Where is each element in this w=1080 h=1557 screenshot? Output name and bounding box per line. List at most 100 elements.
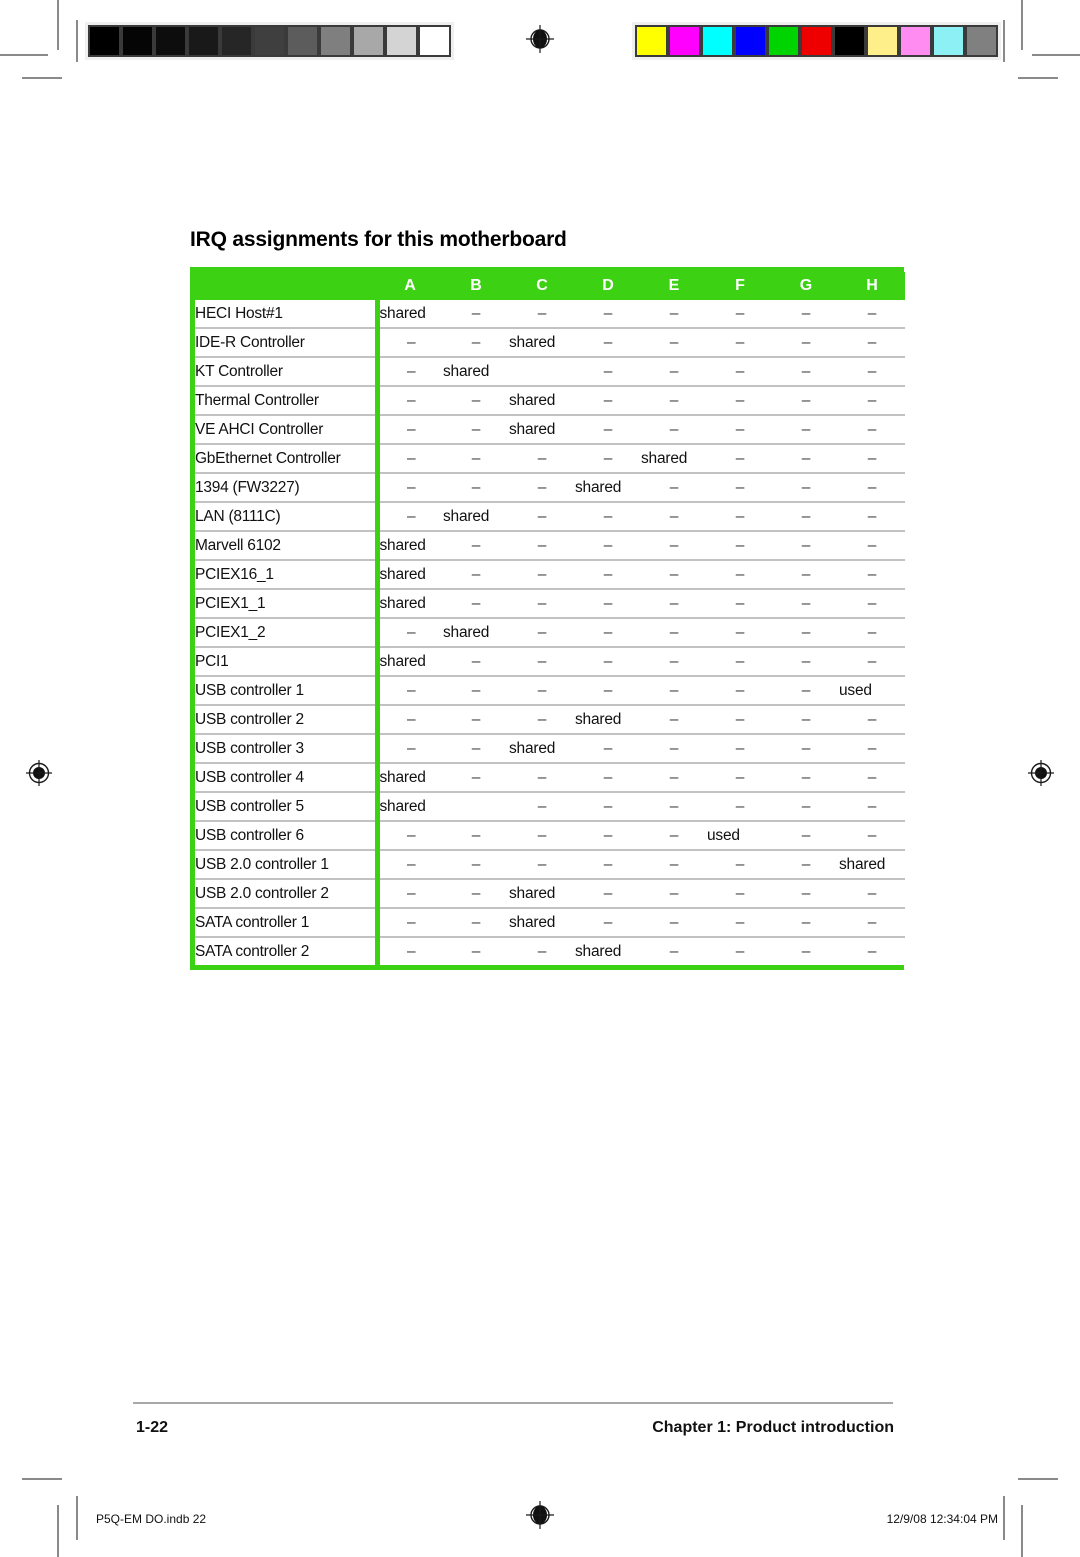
irq-cell-D: – (575, 501, 641, 531)
irq-cell-E: shared (641, 443, 707, 473)
footer-divider (133, 1402, 893, 1404)
irq-cell-G: – (773, 356, 839, 386)
device-label: USB controller 5 (195, 791, 380, 821)
irq-cell-D: – (575, 646, 641, 676)
irq-cell-D: – (575, 791, 641, 821)
irq-cell-C: shared (509, 414, 575, 444)
irq-cell-C (509, 356, 575, 386)
irq-cell-D: – (575, 849, 641, 879)
irq-cell-C: shared (509, 733, 575, 763)
irq-cell-D: – (575, 588, 641, 618)
irq-cell-A: shared (377, 559, 443, 589)
device-label: IDE-R Controller (195, 327, 380, 357)
irq-cell-B: – (443, 675, 509, 705)
irq-cell-E: – (641, 704, 707, 734)
irq-cell-B: – (443, 704, 509, 734)
irq-cell-B: – (443, 936, 509, 965)
device-label: Thermal Controller (195, 385, 380, 415)
irq-cell-H: – (839, 646, 905, 676)
irq-cell-E: – (641, 907, 707, 937)
irq-cell-G: – (773, 849, 839, 879)
irq-cell-G: – (773, 733, 839, 763)
irq-cell-C: – (509, 443, 575, 473)
table-row: 1394 (FW3227) – – – shared – – – – (195, 472, 905, 502)
device-label: LAN (8111C) (195, 501, 380, 531)
irq-cell-F: – (707, 472, 773, 502)
device-label: USB controller 2 (195, 704, 380, 734)
table-row: GbEthernet Controller – – – – shared – – – (195, 443, 905, 473)
irq-cell-F: – (707, 385, 773, 415)
irq-cell-E: – (641, 472, 707, 502)
irq-cell-G: – (773, 385, 839, 415)
irq-cell-G: – (773, 327, 839, 357)
irq-cell-F: – (707, 327, 773, 357)
irq-cell-C: – (509, 791, 575, 821)
irq-cell-A: – (377, 907, 443, 937)
irq-cell-B (443, 791, 509, 821)
table-row: Thermal Controller – – shared – – – – – (195, 385, 905, 415)
device-label: Marvell 6102 (195, 530, 380, 560)
irq-cell-G: – (773, 878, 839, 908)
table-header-f: F (707, 272, 773, 300)
irq-cell-B: – (443, 588, 509, 618)
irq-cell-D: – (575, 907, 641, 937)
device-label: GbEthernet Controller (195, 443, 380, 473)
irq-cell-B: – (443, 559, 509, 589)
irq-cell-G: – (773, 443, 839, 473)
irq-cell-A: – (377, 501, 443, 531)
irq-cell-D: – (575, 327, 641, 357)
irq-cell-F: – (707, 356, 773, 386)
irq-cell-A: shared (377, 646, 443, 676)
irq-cell-A: – (377, 356, 443, 386)
irq-cell-F: – (707, 559, 773, 589)
irq-cell-F: – (707, 849, 773, 879)
table-header-e: E (641, 272, 707, 300)
running-head: Chapter 1: Product introduction (652, 1419, 894, 1436)
irq-cell-C: – (509, 675, 575, 705)
irq-cell-G: – (773, 300, 839, 328)
device-label: USB 2.0 controller 1 (195, 849, 380, 879)
irq-cell-H: used (839, 675, 905, 705)
irq-cell-A: – (377, 878, 443, 908)
irq-cell-B: – (443, 443, 509, 473)
irq-cell-H: – (839, 414, 905, 444)
irq-cell-A: shared (377, 530, 443, 560)
irq-cell-D: – (575, 762, 641, 792)
irq-cell-G: – (773, 936, 839, 965)
document-page: IRQ assignments for this motherboard ABC… (0, 0, 1080, 1557)
print-slug-timestamp: 12/9/08 12:34:04 PM (886, 1512, 998, 1526)
irq-cell-H: – (839, 472, 905, 502)
irq-cell-G: – (773, 501, 839, 531)
irq-cell-E: – (641, 588, 707, 618)
device-label: USB controller 4 (195, 762, 380, 792)
irq-cell-H: shared (839, 849, 905, 879)
irq-cell-G: – (773, 704, 839, 734)
irq-cell-D: – (575, 675, 641, 705)
table-row: PCIEX1_1 shared – – – – – – – (195, 588, 905, 618)
device-label: 1394 (FW3227) (195, 472, 380, 502)
irq-cell-G: – (773, 791, 839, 821)
irq-cell-G: – (773, 588, 839, 618)
irq-cell-F: – (707, 762, 773, 792)
irq-cell-C: shared (509, 385, 575, 415)
irq-cell-F: used (707, 820, 773, 850)
irq-cell-E: – (641, 356, 707, 386)
table-row: HECI Host#1 shared – – – – – – – (195, 300, 905, 328)
irq-cell-A: – (377, 443, 443, 473)
irq-cell-D: – (575, 878, 641, 908)
table-header-b: B (443, 272, 509, 300)
irq-cell-E: – (641, 501, 707, 531)
table-row: Marvell 6102 shared – – – – – – – (195, 530, 905, 560)
irq-cell-A: – (377, 385, 443, 415)
irq-cell-G: – (773, 617, 839, 647)
device-label: PCIEX1_1 (195, 588, 380, 618)
irq-cell-C: – (509, 646, 575, 676)
irq-cell-H: – (839, 762, 905, 792)
device-label: KT Controller (195, 356, 380, 386)
device-label: PCI1 (195, 646, 380, 676)
irq-cell-H: – (839, 704, 905, 734)
irq-cell-F: – (707, 588, 773, 618)
irq-cell-H: – (839, 820, 905, 850)
irq-cell-H: – (839, 588, 905, 618)
irq-cell-B: shared (443, 501, 509, 531)
